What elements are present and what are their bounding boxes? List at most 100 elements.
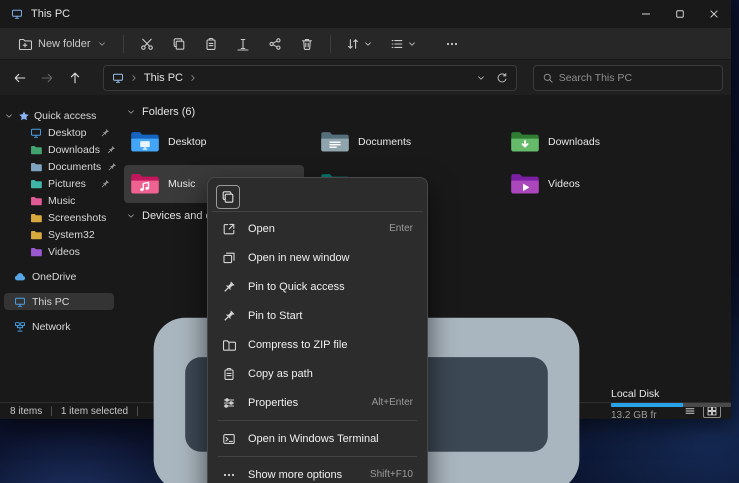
sidebar-label: Desktop xyxy=(48,127,87,139)
maximize-button[interactable] xyxy=(663,0,697,28)
pin-icon xyxy=(100,179,110,189)
sidebar-item-system32[interactable]: System32 xyxy=(0,226,118,243)
new-folder-button[interactable]: New folder xyxy=(10,31,115,57)
address-dropdown-icon[interactable] xyxy=(476,73,486,83)
paste-icon xyxy=(204,37,218,51)
sidebar-label: Downloads xyxy=(48,144,100,156)
menu-item-open[interactable]: Open Enter xyxy=(212,214,423,243)
search-input[interactable] xyxy=(559,72,714,84)
pin-icon xyxy=(222,309,236,323)
cut-button[interactable] xyxy=(132,31,162,57)
folders-section-header[interactable]: Folders (6) xyxy=(118,103,731,121)
folder-tile-videos[interactable]: Videos xyxy=(504,165,684,203)
minimize-button[interactable] xyxy=(629,0,663,28)
context-menu-icon-bar xyxy=(212,182,423,212)
quick-access-star-icon xyxy=(18,110,30,122)
rename-button[interactable] xyxy=(228,31,258,57)
folder-name: Videos xyxy=(548,178,580,190)
sidebar-item-this-pc[interactable]: This PC xyxy=(4,293,114,310)
sidebar-label: OneDrive xyxy=(32,271,76,283)
terminal-icon xyxy=(222,432,236,446)
this-pc-icon xyxy=(14,296,26,308)
back-button[interactable] xyxy=(8,66,32,90)
drive-used-fill xyxy=(611,403,683,407)
menu-shortcut: Shift+F10 xyxy=(370,469,413,480)
close-button[interactable] xyxy=(697,0,731,28)
view-button[interactable] xyxy=(383,31,425,57)
drive-name: Local Disk xyxy=(611,388,731,400)
toolbar-divider xyxy=(123,35,124,53)
delete-button[interactable] xyxy=(292,31,322,57)
sidebar-item-videos[interactable]: Videos xyxy=(0,243,118,260)
menu-item-show-more-options[interactable]: Show more options Shift+F10 xyxy=(212,460,423,483)
sort-button[interactable] xyxy=(339,31,381,57)
sidebar-item-desktop[interactable]: Desktop xyxy=(0,124,118,141)
menu-item-pin-to-quick-access[interactable]: Pin to Quick access xyxy=(212,272,423,301)
sidebar-item-onedrive[interactable]: OneDrive xyxy=(0,268,118,285)
menu-item-compress-to-zip[interactable]: Compress to ZIP file xyxy=(212,330,423,359)
see-more-button[interactable] xyxy=(437,31,467,57)
drive-info: Local Disk 13.2 GB fr xyxy=(611,388,731,421)
maximize-icon xyxy=(674,8,686,20)
toolbar-divider xyxy=(330,35,331,53)
menu-item-copy-as-path[interactable]: Copy as path xyxy=(212,359,423,388)
menu-item-open-in-windows-terminal[interactable]: Open in Windows Terminal xyxy=(212,424,423,453)
items-count: 8 items xyxy=(10,406,42,417)
rename-icon xyxy=(236,37,250,51)
address-bar-actions xyxy=(476,72,508,84)
documents-folder-icon xyxy=(30,161,42,173)
sidebar-item-downloads[interactable]: Downloads xyxy=(0,141,118,158)
chevron-right-icon xyxy=(129,73,139,83)
onedrive-cloud-icon xyxy=(14,271,26,283)
new-folder-icon xyxy=(18,37,32,51)
menu-item-open-in-new-window[interactable]: Open in new window xyxy=(212,243,423,272)
menu-label: Copy as path xyxy=(248,368,313,380)
search-icon xyxy=(542,72,554,84)
folder-name: Documents xyxy=(358,136,411,148)
sidebar-item-screenshots[interactable]: Screenshots xyxy=(0,209,118,226)
sidebar-item-documents[interactable]: Documents xyxy=(0,158,118,175)
copy-button[interactable] xyxy=(216,185,240,209)
drive-free-space: 13.2 GB fr xyxy=(611,410,731,421)
navigation-bar: This PC xyxy=(0,60,731,95)
sidebar-label: Pictures xyxy=(48,178,86,190)
videos-folder-icon xyxy=(510,172,540,196)
address-bar[interactable]: This PC xyxy=(103,65,517,91)
chevron-down-icon xyxy=(4,111,14,121)
sidebar-label: Documents xyxy=(48,161,101,173)
menu-label: Open in new window xyxy=(248,252,350,264)
paste-button[interactable] xyxy=(196,31,226,57)
sidebar-item-network[interactable]: Network xyxy=(0,318,118,335)
system32-folder-icon xyxy=(30,229,42,241)
pin-icon xyxy=(107,162,117,172)
search-box[interactable] xyxy=(533,65,723,91)
chevron-down-icon xyxy=(363,39,373,49)
up-button[interactable] xyxy=(63,66,87,90)
forward-button[interactable] xyxy=(36,66,60,90)
sidebar-label: System32 xyxy=(48,229,95,241)
menu-label: Open xyxy=(248,223,275,235)
folder-tile-downloads[interactable]: Downloads xyxy=(504,123,684,161)
share-button[interactable] xyxy=(260,31,290,57)
sidebar-item-music[interactable]: Music xyxy=(0,192,118,209)
menu-item-properties[interactable]: Properties Alt+Enter xyxy=(212,388,423,417)
sidebar-item-pictures[interactable]: Pictures xyxy=(0,175,118,192)
refresh-icon[interactable] xyxy=(496,72,508,84)
titlebar[interactable]: This PC xyxy=(0,0,731,28)
copy-button[interactable] xyxy=(164,31,194,57)
menu-label: Pin to Quick access xyxy=(248,281,345,293)
view-icon xyxy=(390,37,404,51)
pin-icon xyxy=(106,145,116,155)
folder-tile-documents[interactable]: Documents xyxy=(314,123,494,161)
sidebar-label: Network xyxy=(32,321,71,333)
menu-item-pin-to-start[interactable]: Pin to Start xyxy=(212,301,423,330)
command-bar: New folder xyxy=(0,28,731,60)
sidebar-label: Screenshots xyxy=(48,212,106,224)
sidebar-section-quick-access[interactable]: Quick access xyxy=(0,107,118,124)
breadcrumb[interactable]: This PC xyxy=(144,72,183,84)
context-menu: Open Enter Open in new window Pin to Qui… xyxy=(207,177,428,483)
menu-label: Open in Windows Terminal xyxy=(248,433,379,445)
folder-tile-desktop[interactable]: Desktop xyxy=(124,123,304,161)
more-options-icon xyxy=(222,468,236,482)
screenshots-folder-icon xyxy=(30,212,42,224)
